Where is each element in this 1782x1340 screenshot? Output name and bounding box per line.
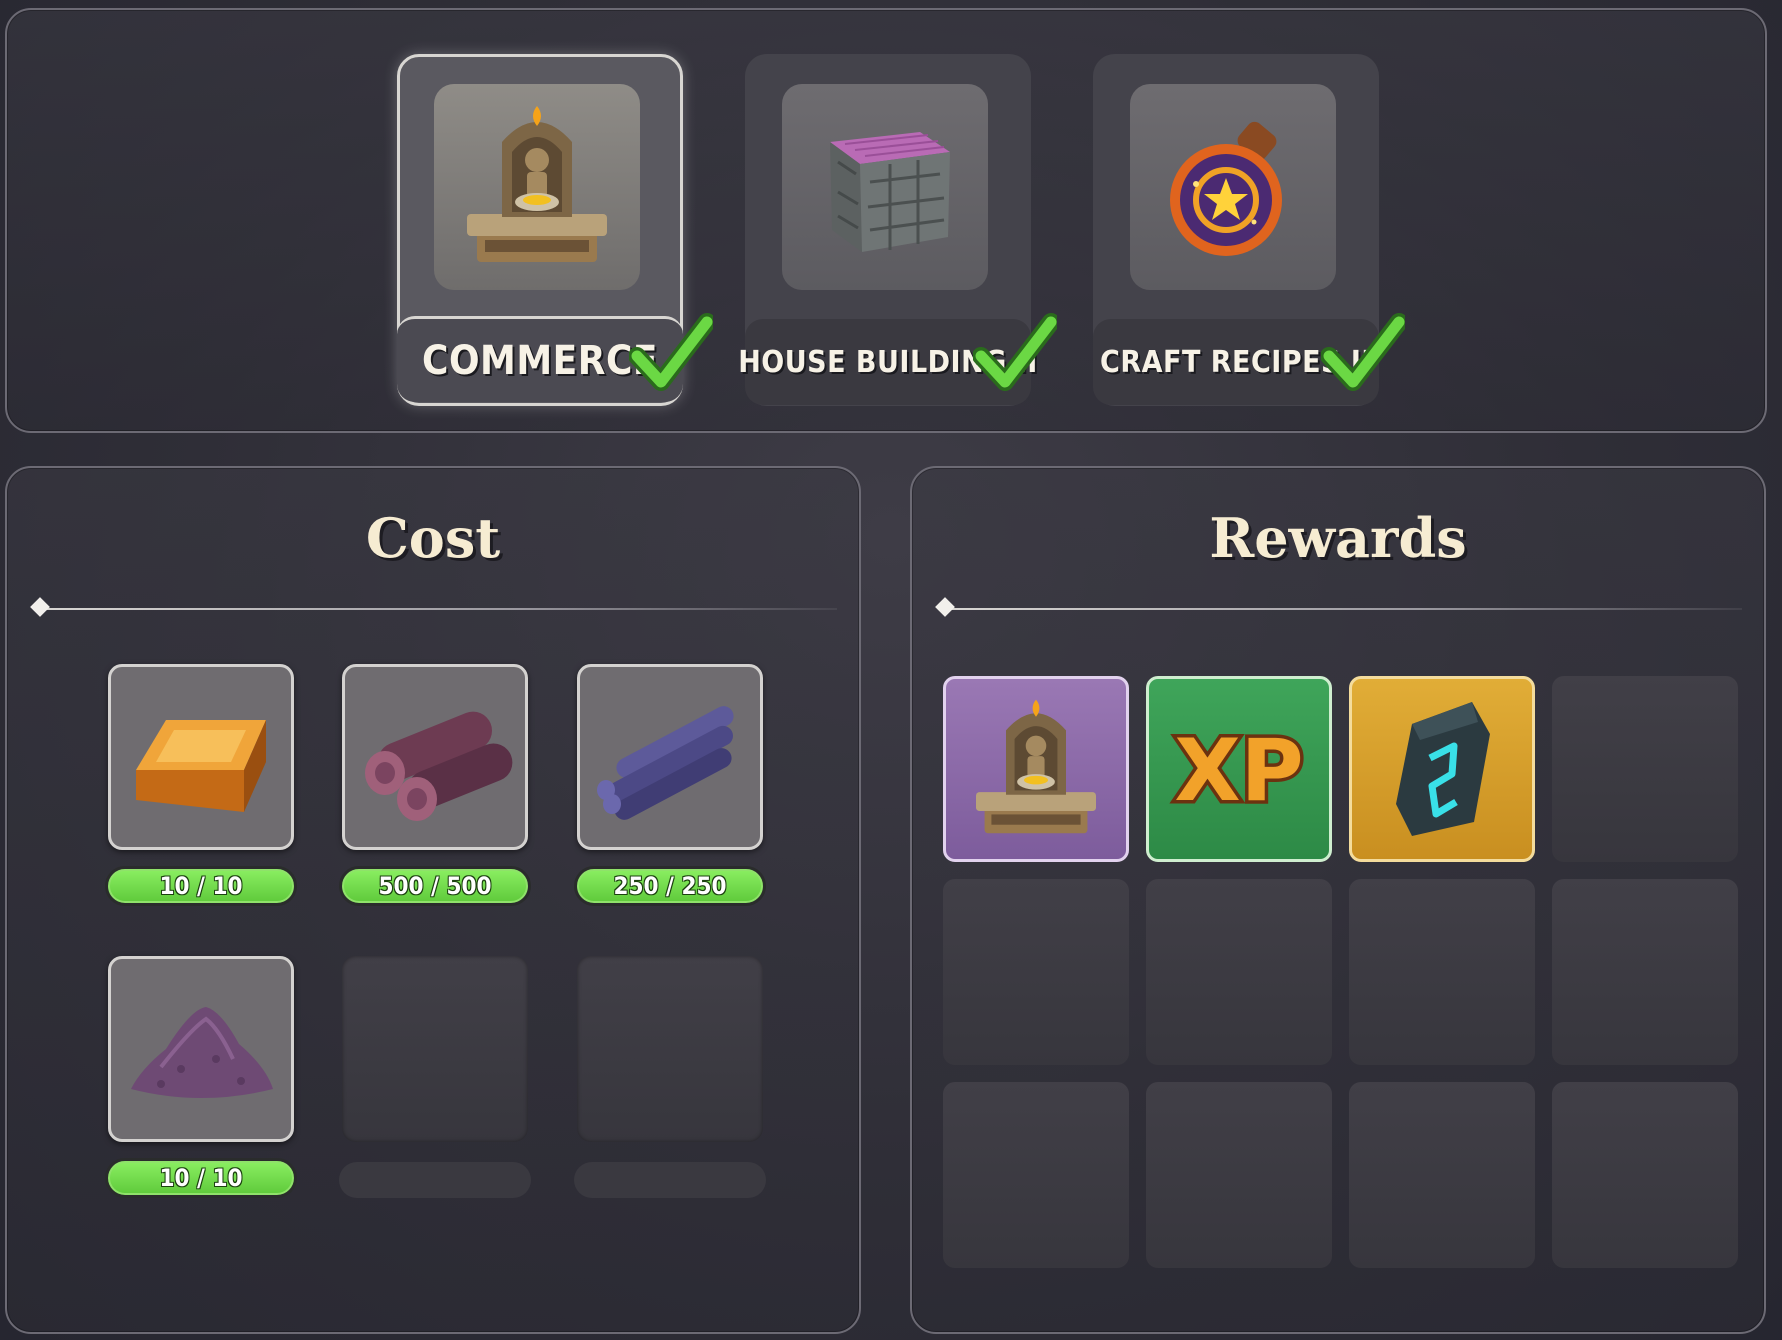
rewards-title: Rewards: [1209, 506, 1467, 570]
cost-progress-bar: 10 / 10: [105, 866, 297, 906]
tab-icon-frame: [782, 84, 988, 290]
cost-item-slot[interactable]: [577, 664, 763, 850]
cost-empty-bar: [339, 1162, 531, 1198]
checkmark-icon: [629, 313, 713, 391]
shrine-icon: [976, 699, 1096, 834]
cost-amount: 10 / 10: [159, 1164, 243, 1192]
logs-icon: [365, 711, 513, 821]
planks-icon: [597, 706, 734, 820]
unlock-tabs-panel: COMMERCE HOUSE BUILDING II CRAFT RECIPES…: [5, 8, 1767, 433]
cost-progress-bar: 500 / 500: [339, 866, 531, 906]
reward-empty-slot: [1349, 1082, 1535, 1268]
tab-label: COMMERCE: [422, 337, 658, 384]
rune-stone-icon: [1396, 702, 1490, 836]
tab-icon-frame: [1130, 84, 1336, 290]
cost-progress-bar: 10 / 10: [105, 1158, 297, 1198]
reward-slot[interactable]: [1349, 676, 1535, 862]
potion-icon: [1170, 121, 1282, 256]
cost-item-slot[interactable]: [108, 956, 294, 1142]
shrine-icon: [467, 106, 607, 262]
divider: [37, 608, 837, 610]
reward-empty-slot: [1349, 879, 1535, 1065]
purple-dust-pile-icon: [131, 1007, 273, 1098]
cost-amount: 10 / 10: [159, 872, 243, 900]
divider: [942, 608, 1742, 610]
cost-amount: 500 / 500: [378, 872, 492, 900]
reward-slot[interactable]: XP: [1146, 676, 1332, 862]
cost-panel: Cost 10 / 10 500 / 500 250 / 250 10 / 10: [5, 466, 861, 1334]
reward-empty-slot: [943, 1082, 1129, 1268]
cost-item-slot[interactable]: [108, 664, 294, 850]
cost-empty-slot: [342, 956, 528, 1142]
xp-icon: XP: [1171, 718, 1307, 825]
cost-empty-slot: [577, 956, 763, 1142]
reward-empty-slot: [1146, 879, 1332, 1065]
cost-progress-bar: 250 / 250: [574, 866, 766, 906]
cost-empty-bar: [574, 1162, 766, 1198]
tab-craft-recipes[interactable]: CRAFT RECIPES II: [1093, 54, 1405, 406]
tab-icon-frame: [434, 84, 640, 290]
stone-block-icon: [830, 132, 950, 252]
cost-item-slot[interactable]: [342, 664, 528, 850]
tab-commerce[interactable]: COMMERCE: [397, 54, 713, 406]
reward-empty-slot: [1552, 879, 1738, 1065]
tab-house-building[interactable]: HOUSE BUILDING II: [738, 54, 1057, 406]
reward-empty-slot: [1552, 676, 1738, 862]
reward-empty-slot: [1146, 1082, 1332, 1268]
reward-slot[interactable]: [943, 676, 1129, 862]
reward-empty-slot: [943, 879, 1129, 1065]
rewards-panel: Rewards XP: [910, 466, 1766, 1334]
checkmark-icon: [973, 313, 1057, 391]
cost-title: Cost: [365, 506, 501, 570]
checkmark-icon: [1321, 313, 1405, 391]
divider-diamond-icon: [935, 597, 955, 617]
gold-ingot-icon: [136, 720, 266, 812]
divider-diamond-icon: [30, 597, 50, 617]
cost-amount: 250 / 250: [613, 872, 727, 900]
xp-label: XP: [1174, 721, 1303, 821]
reward-empty-slot: [1552, 1082, 1738, 1268]
